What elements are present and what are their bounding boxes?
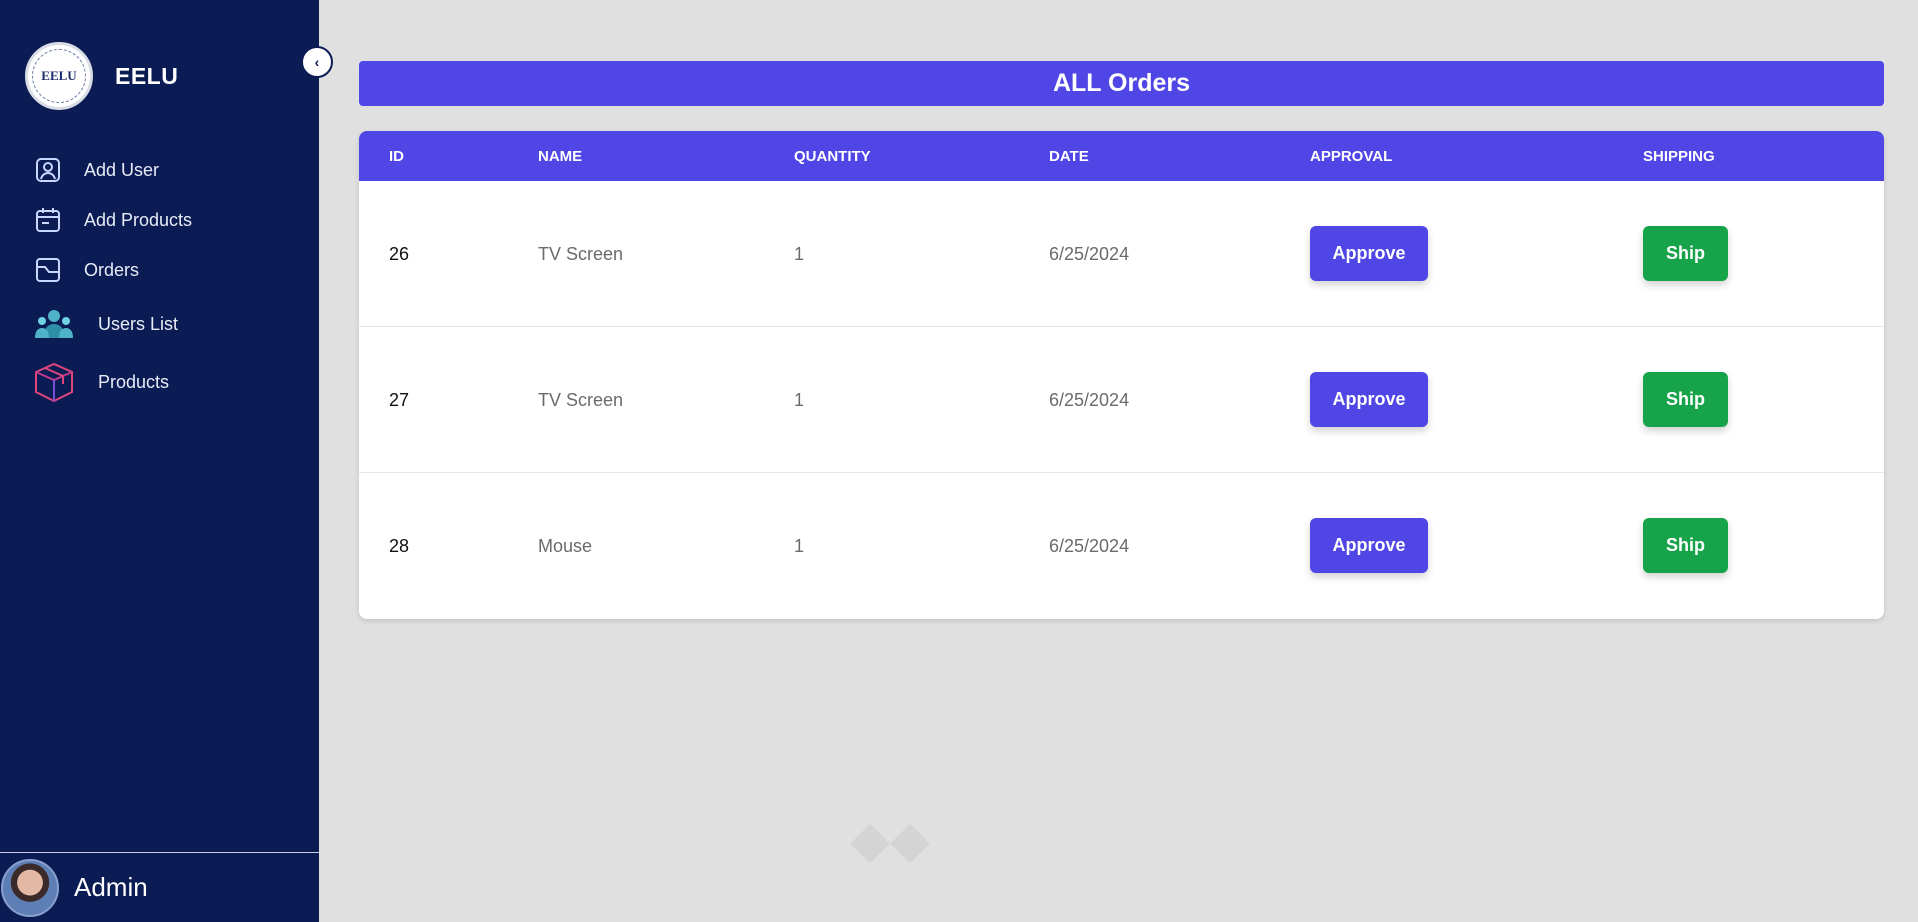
watermark-logo: ◆◆ <box>850 810 930 870</box>
sidebar-item-add-products[interactable]: Add Products <box>0 195 319 245</box>
table-row: 26 TV Screen 1 6/25/2024 Approve Ship <box>359 181 1884 327</box>
sidebar-item-label: Add Products <box>84 209 193 230</box>
chevron-left-icon: ‹ <box>314 54 320 70</box>
box-icon <box>32 360 76 404</box>
collapse-sidebar-button[interactable]: ‹ <box>301 46 333 78</box>
avatar <box>1 858 59 917</box>
order-id: 28 <box>389 536 410 556</box>
page-title: ALL Orders <box>359 61 1884 106</box>
sidebar-item-products[interactable]: Products <box>0 353 319 411</box>
sidebar-item-label: Users List <box>98 313 179 334</box>
table-header: ID NAME QUANTITY DATE APPROVAL SHIPPING <box>359 131 1884 181</box>
sidebar-item-label: Add User <box>84 159 160 180</box>
brand: EELU EELU <box>25 42 178 110</box>
ship-button[interactable]: Ship <box>1643 226 1728 281</box>
sidebar-item-add-user[interactable]: Add User <box>0 145 319 195</box>
brand-name: EELU <box>115 62 179 89</box>
order-date: 6/25/2024 <box>1049 244 1130 264</box>
approve-button[interactable]: Approve <box>1310 372 1428 427</box>
sidebar-item-label: Orders <box>84 259 140 280</box>
table-row: 27 TV Screen 1 6/25/2024 Approve Ship <box>359 327 1884 473</box>
column-header-quantity: QUANTITY <box>794 148 871 165</box>
sidebar-item-orders[interactable]: Orders <box>0 245 319 295</box>
ship-button[interactable]: Ship <box>1643 518 1728 573</box>
order-date: 6/25/2024 <box>1049 536 1130 556</box>
order-quantity: 1 <box>794 536 805 556</box>
user-name: Admin <box>74 872 148 902</box>
column-header-id: ID <box>389 148 404 165</box>
table-row: 28 Mouse 1 6/25/2024 Approve Ship <box>359 473 1884 619</box>
column-header-approval: APPROVAL <box>1310 148 1393 165</box>
sidebar-item-users-list[interactable]: Users List <box>0 295 319 353</box>
column-header-date: DATE <box>1049 148 1089 165</box>
sidebar-item-label: Products <box>98 371 170 392</box>
order-name: TV Screen <box>538 390 624 410</box>
column-header-shipping: SHIPPING <box>1643 148 1715 165</box>
approve-button[interactable]: Approve <box>1310 518 1428 573</box>
user-profile[interactable]: Admin <box>0 852 319 922</box>
order-id: 26 <box>389 244 410 264</box>
order-date: 6/25/2024 <box>1049 390 1130 410</box>
approve-button[interactable]: Approve <box>1310 226 1428 281</box>
logo: EELU <box>25 42 93 110</box>
image-frame-icon <box>34 256 62 284</box>
order-quantity: 1 <box>794 244 805 264</box>
sidebar: EELU EELU Add User Add Products Orders U… <box>0 0 319 922</box>
order-quantity: 1 <box>794 390 805 410</box>
user-square-icon <box>34 156 62 184</box>
calendar-icon <box>34 206 62 234</box>
order-name: Mouse <box>538 536 593 556</box>
sidebar-nav: Add User Add Products Orders Users List … <box>0 145 319 411</box>
logo-text: EELU <box>32 49 86 103</box>
column-header-name: NAME <box>538 148 583 165</box>
orders-table: ID NAME QUANTITY DATE APPROVAL SHIPPING … <box>359 131 1884 619</box>
order-id: 27 <box>389 390 410 410</box>
ship-button[interactable]: Ship <box>1643 372 1728 427</box>
users-group-icon <box>32 302 76 346</box>
order-name: TV Screen <box>538 244 624 264</box>
